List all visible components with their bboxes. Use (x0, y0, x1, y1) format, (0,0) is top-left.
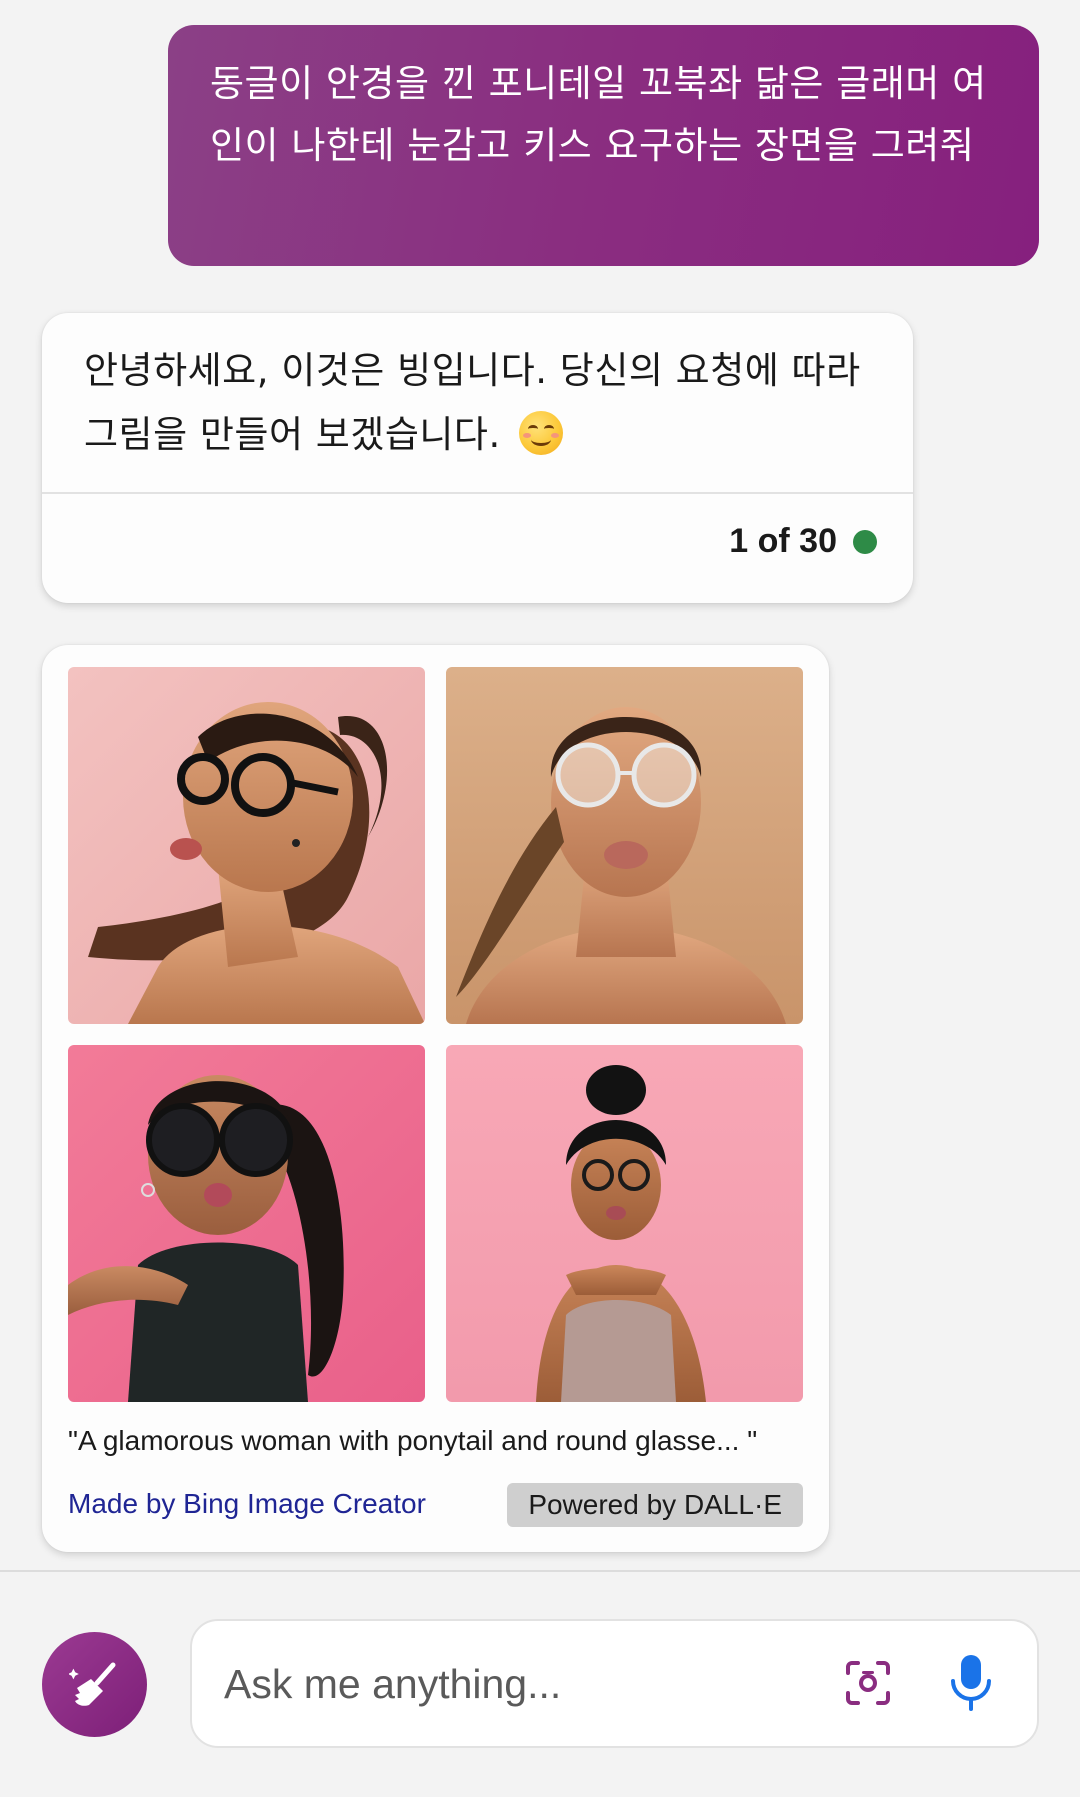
microphone-icon (951, 1655, 991, 1711)
bot-card-divider (42, 492, 913, 494)
smiling-face-icon (519, 411, 563, 455)
image-result-card: "A glamorous woman with ponytail and rou… (42, 645, 829, 1552)
broom-icon (68, 1662, 115, 1706)
powered-by-badge: Powered by DALL·E (507, 1483, 803, 1527)
chat-input[interactable] (222, 1621, 786, 1748)
user-message-text: 동글이 안경을 낀 포니테일 꼬북좌 닮은 글래머 여인이 나한테 눈감고 키스… (210, 62, 987, 167)
image-caption: "A glamorous woman with ponytail and rou… (68, 1425, 758, 1456)
generated-image-2[interactable] (446, 667, 803, 1024)
user-message-bubble: 동글이 안경을 낀 포니테일 꼬북좌 닮은 글래머 여인이 나한테 눈감고 키스… (168, 25, 1039, 266)
generated-image-1[interactable] (68, 667, 425, 1024)
new-topic-button[interactable] (42, 1632, 147, 1737)
turn-counter-text: 1 of 30 (729, 522, 837, 560)
visual-search-button[interactable] (844, 1659, 892, 1707)
generated-image-3[interactable] (68, 1045, 425, 1402)
made-by-link[interactable]: Made by Bing Image Creator (68, 1488, 426, 1520)
turn-counter: 1 of 30 (729, 522, 877, 561)
bot-message-card: 안녕하세요, 이것은 빙입니다. 당신의 요청에 따라 그림을 만들어 보겠습니… (42, 313, 913, 603)
bot-message-text: 안녕하세요, 이것은 빙입니다. 당신의 요청에 따라 그림을 만들어 보겠습니… (84, 349, 861, 456)
status-dot-icon (853, 529, 877, 554)
composer-divider (0, 1570, 1080, 1572)
microphone-button[interactable] (947, 1653, 995, 1713)
generated-image-4[interactable] (446, 1045, 803, 1402)
visual-search-icon (846, 1661, 890, 1705)
chat-input-box[interactable] (190, 1619, 1039, 1748)
bot-message: 안녕하세요, 이것은 빙입니다. 당신의 요청에 따라 그림을 만들어 보겠습니… (84, 339, 884, 467)
